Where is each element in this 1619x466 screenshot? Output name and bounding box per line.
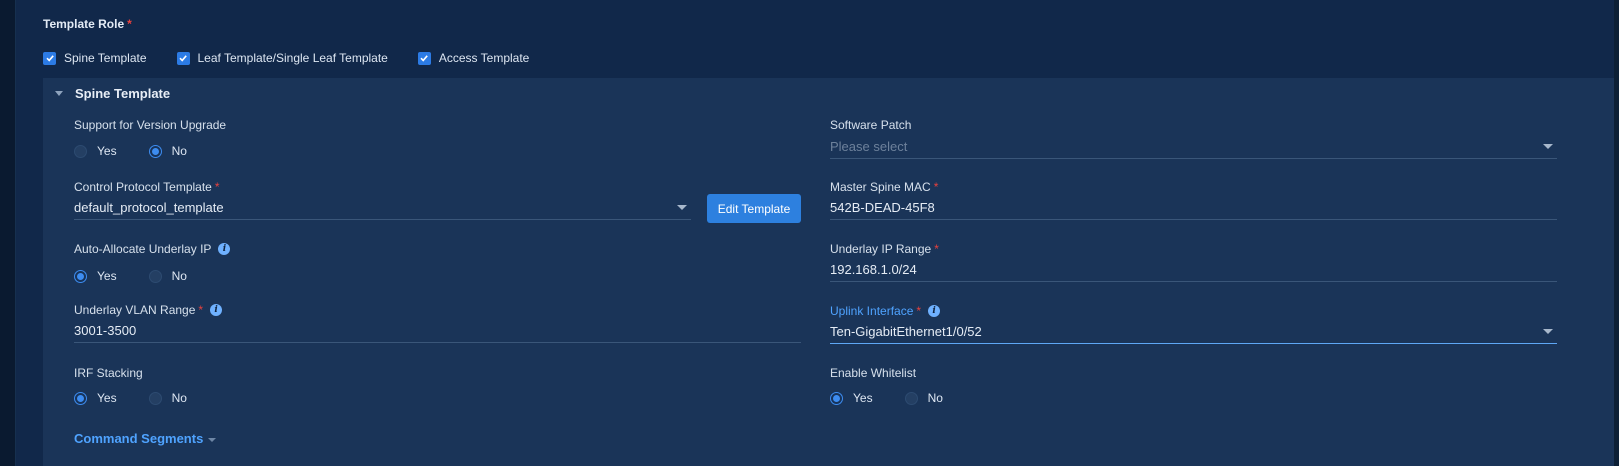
dropdown-arrow-icon[interactable] — [1543, 329, 1553, 334]
auto-allocate-no[interactable]: No — [148, 269, 187, 283]
enable-whitelist-radio-group: Yes No — [830, 391, 975, 405]
template-role-label: Template Role * — [43, 17, 132, 31]
underlay-ip-range-input[interactable]: 192.168.1.0/24 — [830, 258, 1557, 282]
uplink-interface-label: Uplink Interface * i — [830, 304, 941, 318]
chevron-down-icon — [208, 438, 217, 442]
master-spine-mac-label: Master Spine MAC * — [830, 180, 939, 194]
software-patch-label: Software Patch — [830, 118, 912, 132]
info-icon[interactable]: i — [928, 305, 941, 317]
edit-template-button[interactable]: Edit Template — [707, 194, 801, 223]
required-mark: * — [916, 304, 922, 318]
irf-stacking-yes[interactable]: Yes — [74, 391, 117, 405]
enable-whitelist-label: Enable Whitelist — [830, 366, 917, 380]
role-spine-template[interactable]: Spine Template — [43, 51, 147, 65]
radio-checked-icon[interactable] — [830, 391, 843, 405]
info-icon[interactable]: i — [210, 304, 223, 316]
version-upgrade-radio-group: Yes No — [74, 144, 219, 158]
underlay-vlan-input[interactable]: 3001-3500 — [74, 319, 801, 343]
auto-allocate-radio-group: Yes No — [74, 269, 219, 283]
template-role-options: Spine Template Leaf Template/Single Leaf… — [43, 51, 559, 65]
section-header-toggle[interactable]: Spine Template — [55, 86, 170, 101]
section-title: Spine Template — [75, 86, 171, 101]
required-mark: * — [934, 242, 939, 256]
irf-stacking-no[interactable]: No — [148, 391, 187, 405]
irf-stacking-label: IRF Stacking — [74, 366, 143, 380]
dropdown-arrow-icon[interactable] — [677, 205, 687, 210]
underlay-vlan-label: Underlay VLAN Range * i — [74, 303, 223, 317]
radio-unchecked-icon[interactable] — [74, 144, 87, 158]
dropdown-arrow-icon[interactable] — [1543, 144, 1553, 149]
command-segments-toggle[interactable]: Command Segments — [74, 431, 217, 446]
uplink-interface-select[interactable]: Ten-GigabitEthernet1/0/52 — [830, 320, 1557, 344]
radio-unchecked-icon[interactable] — [148, 391, 162, 405]
check-icon[interactable] — [417, 51, 431, 65]
required-mark: * — [127, 17, 132, 31]
radio-checked-icon[interactable] — [74, 269, 87, 283]
auto-allocate-label: Auto-Allocate Underlay IP i — [74, 242, 231, 256]
version-upgrade-label: Support for Version Upgrade — [74, 118, 227, 132]
radio-checked-icon[interactable] — [148, 144, 162, 158]
check-icon[interactable] — [43, 51, 56, 65]
check-icon[interactable] — [176, 51, 190, 65]
enable-whitelist-yes[interactable]: Yes — [830, 391, 873, 405]
radio-checked-icon[interactable] — [74, 391, 87, 405]
control-protocol-select[interactable]: default_protocol_template — [74, 196, 691, 220]
version-upgrade-yes[interactable]: Yes — [74, 144, 117, 158]
left-scroll-strip — [0, 0, 16, 466]
version-upgrade-no[interactable]: No — [148, 144, 187, 158]
auto-allocate-yes[interactable]: Yes — [74, 269, 117, 283]
control-protocol-label: Control Protocol Template * — [74, 180, 220, 194]
underlay-ip-range-label: Underlay IP Range * — [830, 242, 939, 256]
enable-whitelist-no[interactable]: No — [904, 391, 943, 405]
required-mark: * — [198, 303, 204, 317]
software-patch-select[interactable]: Please select — [830, 135, 1557, 159]
role-access-template[interactable]: Access Template — [417, 51, 529, 65]
required-mark: * — [933, 180, 939, 194]
irf-stacking-radio-group: Yes No — [74, 391, 219, 405]
radio-unchecked-icon[interactable] — [904, 391, 918, 405]
required-mark: * — [214, 180, 220, 194]
master-spine-mac-input[interactable]: 542B-DEAD-45F8 — [830, 196, 1557, 220]
caret-down-icon — [55, 91, 63, 96]
info-icon[interactable]: i — [218, 243, 231, 255]
radio-unchecked-icon[interactable] — [148, 269, 162, 283]
right-scrollbar[interactable] — [1614, 0, 1619, 466]
role-leaf-template[interactable]: Leaf Template/Single Leaf Template — [176, 51, 388, 65]
spine-template-section: Spine Template Support for Version Upgra… — [43, 78, 1614, 466]
